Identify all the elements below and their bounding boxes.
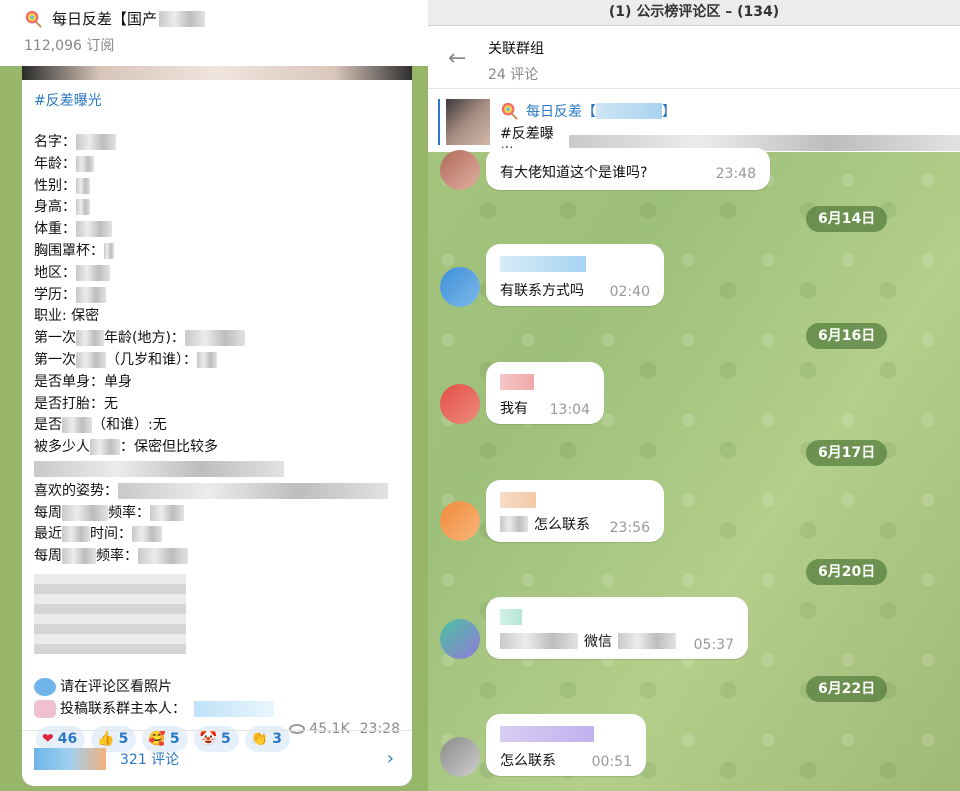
group-title: 关联群组 (488, 41, 544, 57)
message-bubble[interactable]: 有联系方式吗 02:40 (486, 244, 664, 306)
sender-name (500, 726, 594, 742)
hashtag-link[interactable]: #反差曝光 (34, 90, 412, 110)
avatar[interactable] (440, 619, 480, 659)
channel-header[interactable]: 每日反差【国产 112,096 订阅 (0, 0, 428, 66)
post-field: 胸围罩杯： (34, 241, 412, 263)
message-text: 怎么联系 (500, 514, 590, 534)
post-field: 体重： (34, 219, 412, 241)
envelope-icon (34, 699, 56, 718)
post-fields: 名字： 年龄： 性别： 身高： 体重： 胸围罩杯： 地区： 学历： 职业: 保密… (34, 132, 412, 568)
message-text: 我有 (500, 401, 528, 417)
message-time: 23:56 (609, 520, 650, 536)
avatar[interactable] (440, 267, 480, 307)
note-contact: 投稿联系群主本人： (34, 698, 412, 720)
date-separator: 6月17日 (806, 440, 888, 466)
message-bubble[interactable]: 微信 05:37 (486, 597, 748, 659)
post-field: 是否打胎：无 (34, 395, 118, 412)
post-field: 每周 频率： (34, 546, 412, 568)
post-field: 学历： (34, 285, 412, 307)
message-bubble[interactable]: 有大佬知道这个是谁吗? 23:48 (486, 148, 770, 190)
message-text: 微信 (500, 631, 676, 651)
sender-name (500, 609, 522, 625)
post-field: 每周 频率： (34, 503, 412, 525)
redacted-block (34, 573, 186, 654)
post-field: 被多少人 ：保密但比较多 (34, 439, 218, 456)
window-title: (1) 公示榜评论区 – (134) (428, 0, 960, 26)
post-field: 身高： (34, 197, 412, 219)
channel-panel: 每日反差【国产 112,096 订阅 #反差曝光 名字： 年龄： 性别： 身高：… (0, 0, 428, 791)
subscriber-count: 112,096 订阅 (24, 38, 115, 54)
message-bubble[interactable]: 怎么联系 00:51 (486, 714, 646, 776)
message-bubble[interactable]: 怎么联系 23:56 (486, 480, 664, 542)
date-separator: 6月22日 (806, 676, 888, 702)
back-arrow-icon[interactable]: ← (448, 46, 466, 71)
avatar[interactable] (440, 501, 480, 541)
post-field (34, 459, 412, 481)
date-separator: 6月20日 (806, 559, 888, 585)
post-field: 第一次 年龄(地方)： (34, 328, 412, 350)
note-photos: 请在评论区看照片 (34, 676, 412, 698)
post-field: 性别： (34, 176, 412, 198)
group-header: ← 关联群组 24 评论 (428, 26, 960, 88)
message-time: 23:48 (715, 166, 756, 182)
channel-title: 每日反差【国产 (52, 10, 158, 28)
post-field: 是否单身：单身 (34, 373, 132, 390)
post-field: 地区： (34, 263, 412, 285)
sender-name (500, 374, 534, 390)
redacted-block (159, 10, 206, 27)
post-field: 名字： (34, 132, 412, 154)
message-bubble[interactable]: 我有 13:04 (486, 362, 604, 424)
post-field: 最近 时间： (34, 524, 412, 546)
pinned-thumbnail (446, 99, 490, 145)
channel-title-row: 每日反差【国产 (24, 8, 428, 29)
post-field: 职业: 保密 (34, 308, 100, 325)
date-separator: 6月14日 (806, 206, 888, 232)
post-field: 是否 （和谁）:无 (34, 417, 167, 434)
post-field: 喜欢的姿势： (34, 481, 412, 503)
lollipop-icon (501, 102, 518, 120)
avatar[interactable] (440, 384, 480, 424)
sender-name (500, 256, 586, 272)
sender-name (500, 492, 536, 508)
message-time: 02:40 (609, 284, 650, 300)
post-field: 年龄： (34, 154, 412, 176)
commenter-avatars (34, 747, 106, 770)
message-text: 怎么联系 (500, 753, 556, 769)
comment-count: 24 评论 (488, 67, 539, 83)
date-separator: 6月16日 (806, 323, 888, 349)
pinned-title: 每日反差【 】 (500, 101, 676, 121)
channel-post: #反差曝光 名字： 年龄： 性别： 身高： 体重： 胸围罩杯： 地区： 学历： … (22, 66, 412, 786)
comments-button[interactable]: 321 评论 › (22, 730, 412, 786)
comments-count: 321 评论 (120, 751, 180, 768)
message-time: 13:04 (549, 402, 590, 418)
sunglasses-face-icon (34, 677, 56, 696)
message-time: 05:37 (693, 637, 734, 653)
message-time: 00:51 (591, 754, 632, 770)
avatar[interactable] (440, 737, 480, 777)
chevron-right-icon: › (386, 748, 394, 769)
pinned-post[interactable]: 每日反差【 】 #反差曝光 (428, 88, 960, 162)
post-field: 第一次 （几岁和谁）： (34, 350, 412, 372)
avatar[interactable] (440, 150, 480, 190)
lollipop-icon (25, 10, 42, 28)
message-text: 有大佬知道这个是谁吗? (500, 165, 648, 181)
discussion-panel: (1) 公示榜评论区 – (134) ← 关联群组 24 评论 每日反差【 】 … (428, 0, 960, 791)
pinned-accent-bar (438, 99, 440, 145)
post-photo[interactable] (22, 66, 412, 80)
message-text: 有联系方式吗 (500, 283, 584, 299)
